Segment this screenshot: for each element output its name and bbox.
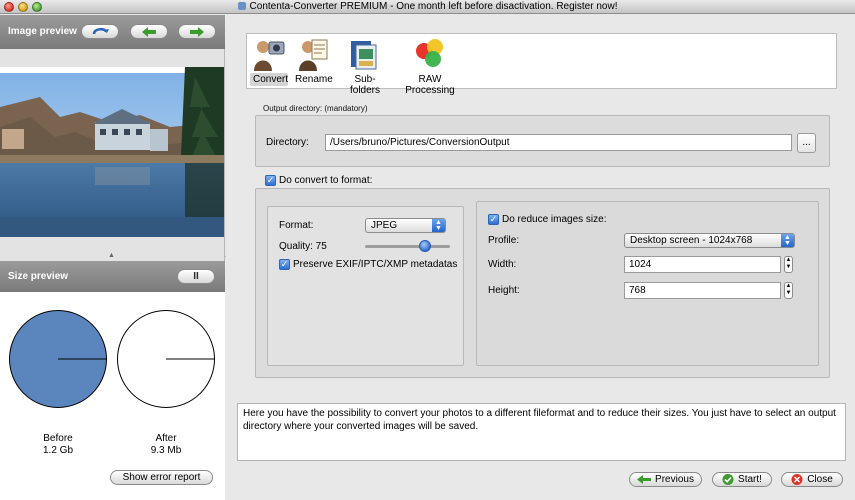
size-preview-area: Before 1.2 Gb After 9.3 Mb Show error re… [0,292,225,500]
format-box: Format: JPEG ▲ ▼ Quality: 75 ✓ Preserve E… [267,206,464,366]
checkmark-icon [722,474,734,485]
before-caption: Before 1.2 Gb [28,433,88,457]
app-icon [237,2,246,10]
do-convert-label: Do convert to format: [279,175,373,186]
show-error-report-label: Show error report [122,472,201,483]
before-size-pie [9,310,107,408]
image-preview [0,67,224,237]
toolbar-item-subfolders[interactable]: Sub-folders [337,37,393,97]
subfolders-icon [348,37,382,71]
rotate-button[interactable] [81,24,119,39]
next-image-button[interactable] [178,24,216,39]
format-label: Format: [279,220,314,231]
toolbar-item-raw-processing[interactable]: RAW Processing [394,37,466,97]
output-directory-group: Directory: /Users/bruno/Pictures/Convers… [255,115,830,167]
rotate-icon [92,27,109,35]
previous-button[interactable]: Previous [629,472,702,487]
width-field[interactable]: 1024 [624,256,781,273]
directory-field[interactable]: /Users/bruno/Pictures/ConversionOutput [325,134,792,151]
close-icon [791,474,803,485]
mode-toolbar: Convert Rename Sub-folders RAW Processin… [246,33,837,96]
convert-icon [252,37,286,71]
close-button[interactable]: Close [781,472,843,487]
arrow-left-icon [142,26,156,37]
height-field[interactable]: 768 [624,282,781,299]
splitter-handle[interactable]: ▲ [108,252,115,259]
window-zoom-button[interactable] [32,2,42,12]
description-text: Here you have the possibility to convert… [237,403,846,461]
toolbar-item-raw-processing-label: RAW Processing [405,74,455,96]
output-directory-section-label: Output directory: (mandatory) [263,104,368,113]
toolbar-item-subfolders-label: Sub-folders [349,74,380,96]
right-panel: Convert Rename Sub-folders RAW Processin… [226,15,855,500]
format-select[interactable]: JPEG ▲ ▼ [365,218,446,233]
profile-select-value: Desktop screen - 1024x768 [630,235,753,246]
pause-button[interactable]: II [177,269,215,284]
title-bar: Contenta-Converter PREMIUM - One month l… [0,0,855,14]
previous-image-button[interactable] [130,24,168,39]
quality-label: Quality: 75 [279,241,327,252]
arrow-right-icon [190,26,204,37]
after-caption: After 9.3 Mb [136,433,196,457]
after-size-pie [117,310,215,408]
size-preview-header: Size preview II [0,261,225,292]
raw-processing-icon [413,37,447,71]
before-value: 1.2 Gb [42,445,74,456]
landscape-photo [0,67,224,237]
show-error-report-button[interactable]: Show error report [110,470,213,485]
image-preview-label: Image preview [8,26,77,37]
rename-icon [296,37,330,71]
preserve-metadata-checkbox[interactable]: ✓ [279,259,290,270]
reduce-size-box: ✓ Do reduce images size: Profile: Deskto… [476,201,819,366]
select-arrows-icon: ▲ ▼ [432,219,445,232]
width-stepper[interactable]: ▲ ▼ [784,256,793,273]
do-convert-checkbox[interactable]: ✓ [265,175,276,186]
pause-icon: II [193,271,199,282]
select-arrows-icon: ▲ ▼ [781,234,794,247]
directory-label: Directory: [266,137,309,148]
profile-select[interactable]: Desktop screen - 1024x768 ▲ ▼ [624,233,795,248]
toolbar-item-convert[interactable]: Convert [250,37,288,86]
quality-slider-track[interactable] [365,245,450,248]
after-value: 9.3 Mb [150,445,182,456]
quality-slider-thumb[interactable] [419,240,431,252]
image-preview-header: Image preview [0,15,225,49]
window-title: Contenta-Converter PREMIUM - One month l… [249,1,618,12]
toolbar-item-rename-label: Rename [295,74,333,85]
start-button-label: Start! [738,474,762,485]
start-button[interactable]: Start! [712,472,772,487]
conversion-group: Format: JPEG ▲ ▼ Quality: 75 ✓ Preserve E… [255,188,830,378]
window-minimize-button[interactable] [18,2,28,12]
window-close-button[interactable] [4,2,14,12]
arrow-left-icon [637,475,652,484]
size-preview-label: Size preview [8,271,69,282]
left-panel: Image preview ▲ Size preview II Before 1… [0,15,231,500]
before-label: Before [43,433,73,444]
browse-directory-button[interactable]: ... [797,133,816,153]
close-button-label: Close [807,474,833,485]
after-label: After [155,433,177,444]
height-stepper[interactable]: ▲ ▼ [784,282,793,299]
profile-label: Profile: [488,235,520,246]
do-reduce-checkbox[interactable]: ✓ [488,214,499,225]
height-label: Height: [488,285,520,296]
do-reduce-label: Do reduce images size: [502,214,607,225]
toolbar-item-convert-label: Convert [250,73,288,86]
preserve-metadata-label: Preserve EXIF/IPTC/XMP metadatas [293,259,458,270]
toolbar-item-rename[interactable]: Rename [292,37,334,86]
width-label: Width: [488,259,517,270]
format-select-value: JPEG [371,220,398,231]
previous-button-label: Previous [655,474,694,485]
